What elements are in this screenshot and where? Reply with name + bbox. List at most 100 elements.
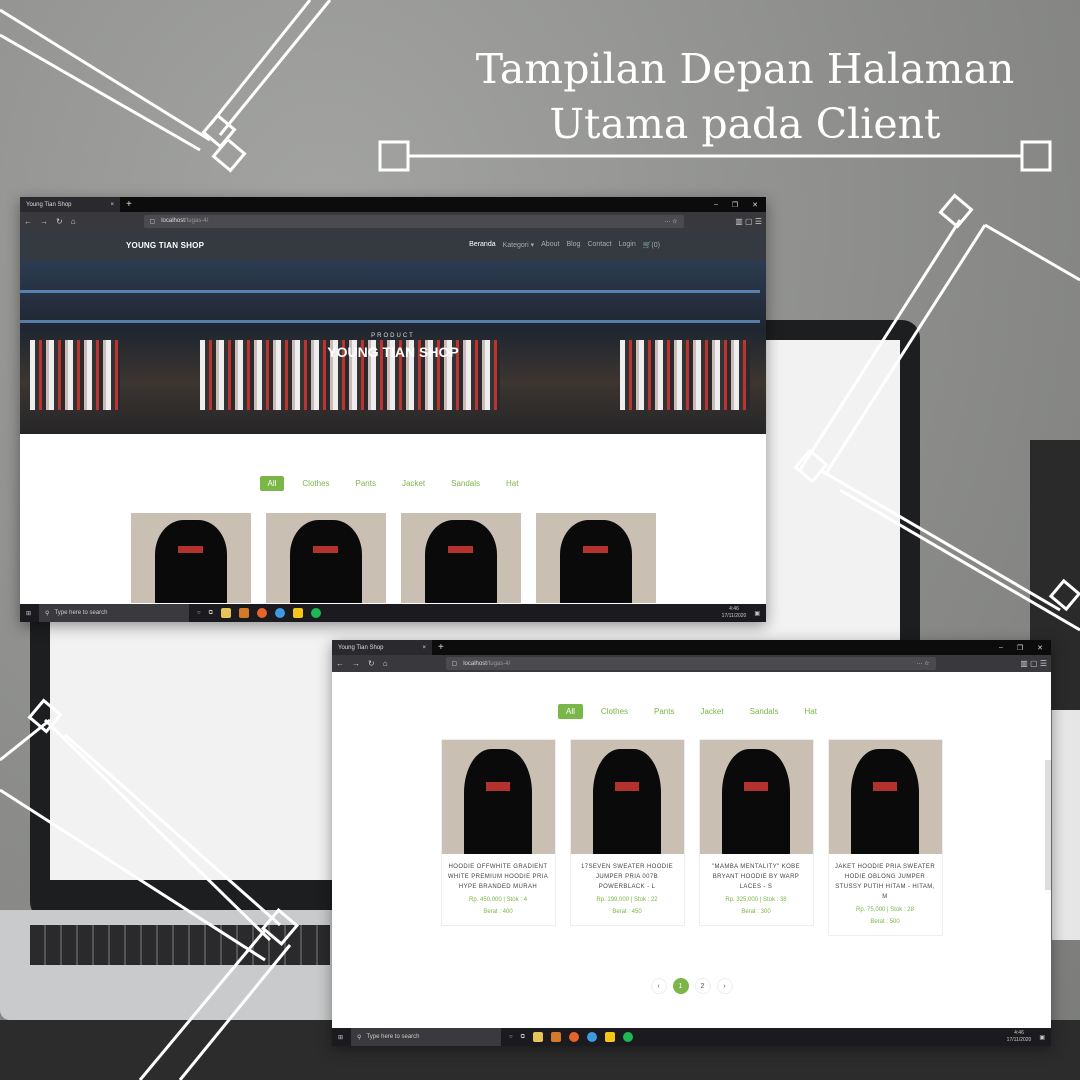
product-image[interactable] (400, 513, 521, 603)
spotify-icon[interactable] (310, 608, 321, 618)
sublime-icon[interactable] (550, 1032, 561, 1042)
product-image[interactable] (570, 740, 684, 854)
brand-logo[interactable]: YOUNG TIAN SHOP (126, 241, 204, 250)
product-card[interactable]: 17SEVEN SWEATER HOODIE JUMPER PRIA 007B … (569, 739, 685, 926)
product-image[interactable] (828, 740, 942, 854)
filter-clothes[interactable]: Clothes (593, 704, 636, 719)
filter-sandals[interactable]: Sandals (443, 476, 488, 491)
chrome-icon[interactable] (586, 1032, 597, 1042)
new-tab-button[interactable]: + (126, 199, 132, 210)
close-tab-icon[interactable]: × (422, 645, 426, 651)
nav-blog[interactable]: Blog (566, 241, 580, 249)
url-path: /tugas-4/ (184, 218, 209, 224)
cortana-icon[interactable]: ○ (197, 610, 201, 616)
back-icon[interactable]: ← (336, 659, 344, 668)
minimize-button[interactable]: – (999, 644, 1003, 652)
keyboard (30, 925, 330, 965)
task-view-icon[interactable]: ⧉ (209, 610, 213, 617)
windows-start-icon[interactable]: ⊞ (338, 1034, 343, 1041)
task-view-icon[interactable]: ⧉ (521, 1034, 525, 1041)
sticky-notes-icon[interactable] (292, 608, 303, 618)
filter-clothes[interactable]: Clothes (294, 476, 337, 491)
filter-pants[interactable]: Pants (646, 704, 682, 719)
product-image[interactable] (130, 513, 251, 603)
close-window-button[interactable]: ✕ (752, 201, 758, 209)
firefox-icon[interactable] (568, 1032, 579, 1042)
filter-sandals[interactable]: Sandals (742, 704, 787, 719)
nav-login[interactable]: Login (619, 241, 636, 249)
filter-pants[interactable]: Pants (348, 476, 384, 491)
nav-cart[interactable]: 🛒(0) (643, 241, 660, 249)
library-icon[interactable]: ▥ ▢ ☰ (735, 217, 762, 226)
minimize-button[interactable]: – (714, 201, 718, 209)
product-name[interactable]: 17SEVEN SWEATER HOODIE JUMPER PRIA 007B … (571, 854, 684, 894)
file-explorer-icon[interactable] (532, 1032, 543, 1042)
new-tab-button[interactable]: + (438, 642, 444, 653)
prev-page-button[interactable]: ‹ (650, 978, 667, 994)
bookmark-star-icon[interactable]: ··· ☆ (665, 218, 678, 225)
taskbar-search[interactable]: ⚲ Type here to search (39, 604, 190, 622)
product-card[interactable]: "MAMBA MENTALITY" KOBE BRYANT HOODIE BY … (698, 739, 814, 926)
nav-contact[interactable]: Contact (587, 241, 611, 249)
product-name[interactable]: HOODIE OFFWHITE GRADIENT WHITE PREMIUM H… (442, 854, 555, 894)
scrollbar[interactable] (1045, 760, 1051, 890)
firefox-icon[interactable] (256, 608, 267, 618)
url-path: /tugas-4/ (486, 660, 511, 667)
bookmark-star-icon[interactable]: ··· ☆ (917, 660, 930, 667)
product-image[interactable] (535, 513, 656, 603)
reload-icon[interactable]: ↻ (368, 659, 375, 668)
product-image[interactable] (265, 513, 386, 603)
library-icon[interactable]: ▥ ▢ ☰ (1020, 659, 1047, 668)
filter-all[interactable]: All (558, 704, 583, 719)
address-input[interactable]: ▢ localhost/tugas-4/ ··· ☆ (445, 657, 936, 670)
filter-all[interactable]: All (259, 476, 285, 491)
filter-hat[interactable]: Hat (797, 704, 825, 719)
back-icon[interactable]: ← (24, 217, 32, 226)
time: 4:46 (1014, 1030, 1024, 1036)
browser-tab[interactable]: Young Tian Shop × (332, 640, 432, 655)
taskbar-search[interactable]: ⚲ Type here to search (351, 1028, 502, 1046)
address-input[interactable]: ▢ localhost/tugas-4/ ··· ☆ (143, 214, 684, 228)
page-1-button[interactable]: 1 (672, 978, 689, 994)
next-page-button[interactable]: › (716, 978, 733, 994)
close-tab-icon[interactable]: × (110, 202, 114, 208)
product-name[interactable]: JAKET HOODIE PRIA SWEATER HODIE OBLONG J… (829, 854, 942, 904)
browser-tab[interactable]: Young Tian Shop × (20, 197, 120, 212)
home-icon[interactable]: ⌂ (383, 659, 388, 668)
reload-icon[interactable]: ↻ (56, 217, 63, 226)
product-price: Rp. 199,000 | Stok : 22 (596, 897, 658, 903)
filter-hat[interactable]: Hat (498, 476, 526, 491)
maximize-button[interactable]: ❐ (1017, 644, 1023, 652)
product-image[interactable] (699, 740, 813, 854)
product-card[interactable]: HOODIE OFFWHITE GRADIENT WHITE PREMIUM H… (440, 739, 556, 926)
clock[interactable]: 4:46 17/11/2020 (1007, 1030, 1032, 1044)
nav-kategori[interactable]: Kategori ▾ (503, 241, 535, 249)
notification-icon[interactable]: ▣ (1039, 1034, 1045, 1041)
product-price: Rp. 450,000 | Stok : 4 (469, 897, 527, 903)
product-name[interactable]: "MAMBA MENTALITY" KOBE BRYANT HOODIE BY … (700, 854, 813, 894)
forward-icon[interactable]: → (352, 659, 360, 668)
browser-window-bottom: Young Tian Shop × + – ❐ ✕ ← → ↻ ⌂ ▢ localhost/t… (332, 640, 1051, 1046)
filter-jacket[interactable]: Jacket (692, 704, 731, 719)
product-card[interactable]: JAKET HOODIE PRIA SWEATER HODIE OBLONG J… (827, 739, 943, 936)
notification-icon[interactable]: ▣ (754, 610, 760, 617)
cortana-icon[interactable]: ○ (509, 1034, 513, 1040)
nav-beranda[interactable]: Beranda (469, 241, 495, 249)
date: 17/11/2020 (721, 613, 747, 619)
spotify-icon[interactable] (622, 1032, 633, 1042)
windows-start-icon[interactable]: ⊞ (26, 610, 31, 617)
clock[interactable]: 4:46 17/11/2020 (722, 606, 747, 620)
sticky-notes-icon[interactable] (604, 1032, 615, 1042)
product-weight: Berat : 400 (483, 909, 513, 915)
sublime-icon[interactable] (238, 608, 249, 618)
product-image[interactable] (441, 740, 555, 854)
close-window-button[interactable]: ✕ (1037, 644, 1043, 652)
forward-icon[interactable]: → (40, 217, 48, 226)
chrome-icon[interactable] (274, 608, 285, 618)
nav-about[interactable]: About (541, 241, 559, 249)
maximize-button[interactable]: ❐ (732, 201, 738, 209)
file-explorer-icon[interactable] (220, 608, 231, 618)
filter-jacket[interactable]: Jacket (394, 476, 433, 491)
home-icon[interactable]: ⌂ (71, 217, 76, 226)
page-2-button[interactable]: 2 (694, 978, 711, 994)
